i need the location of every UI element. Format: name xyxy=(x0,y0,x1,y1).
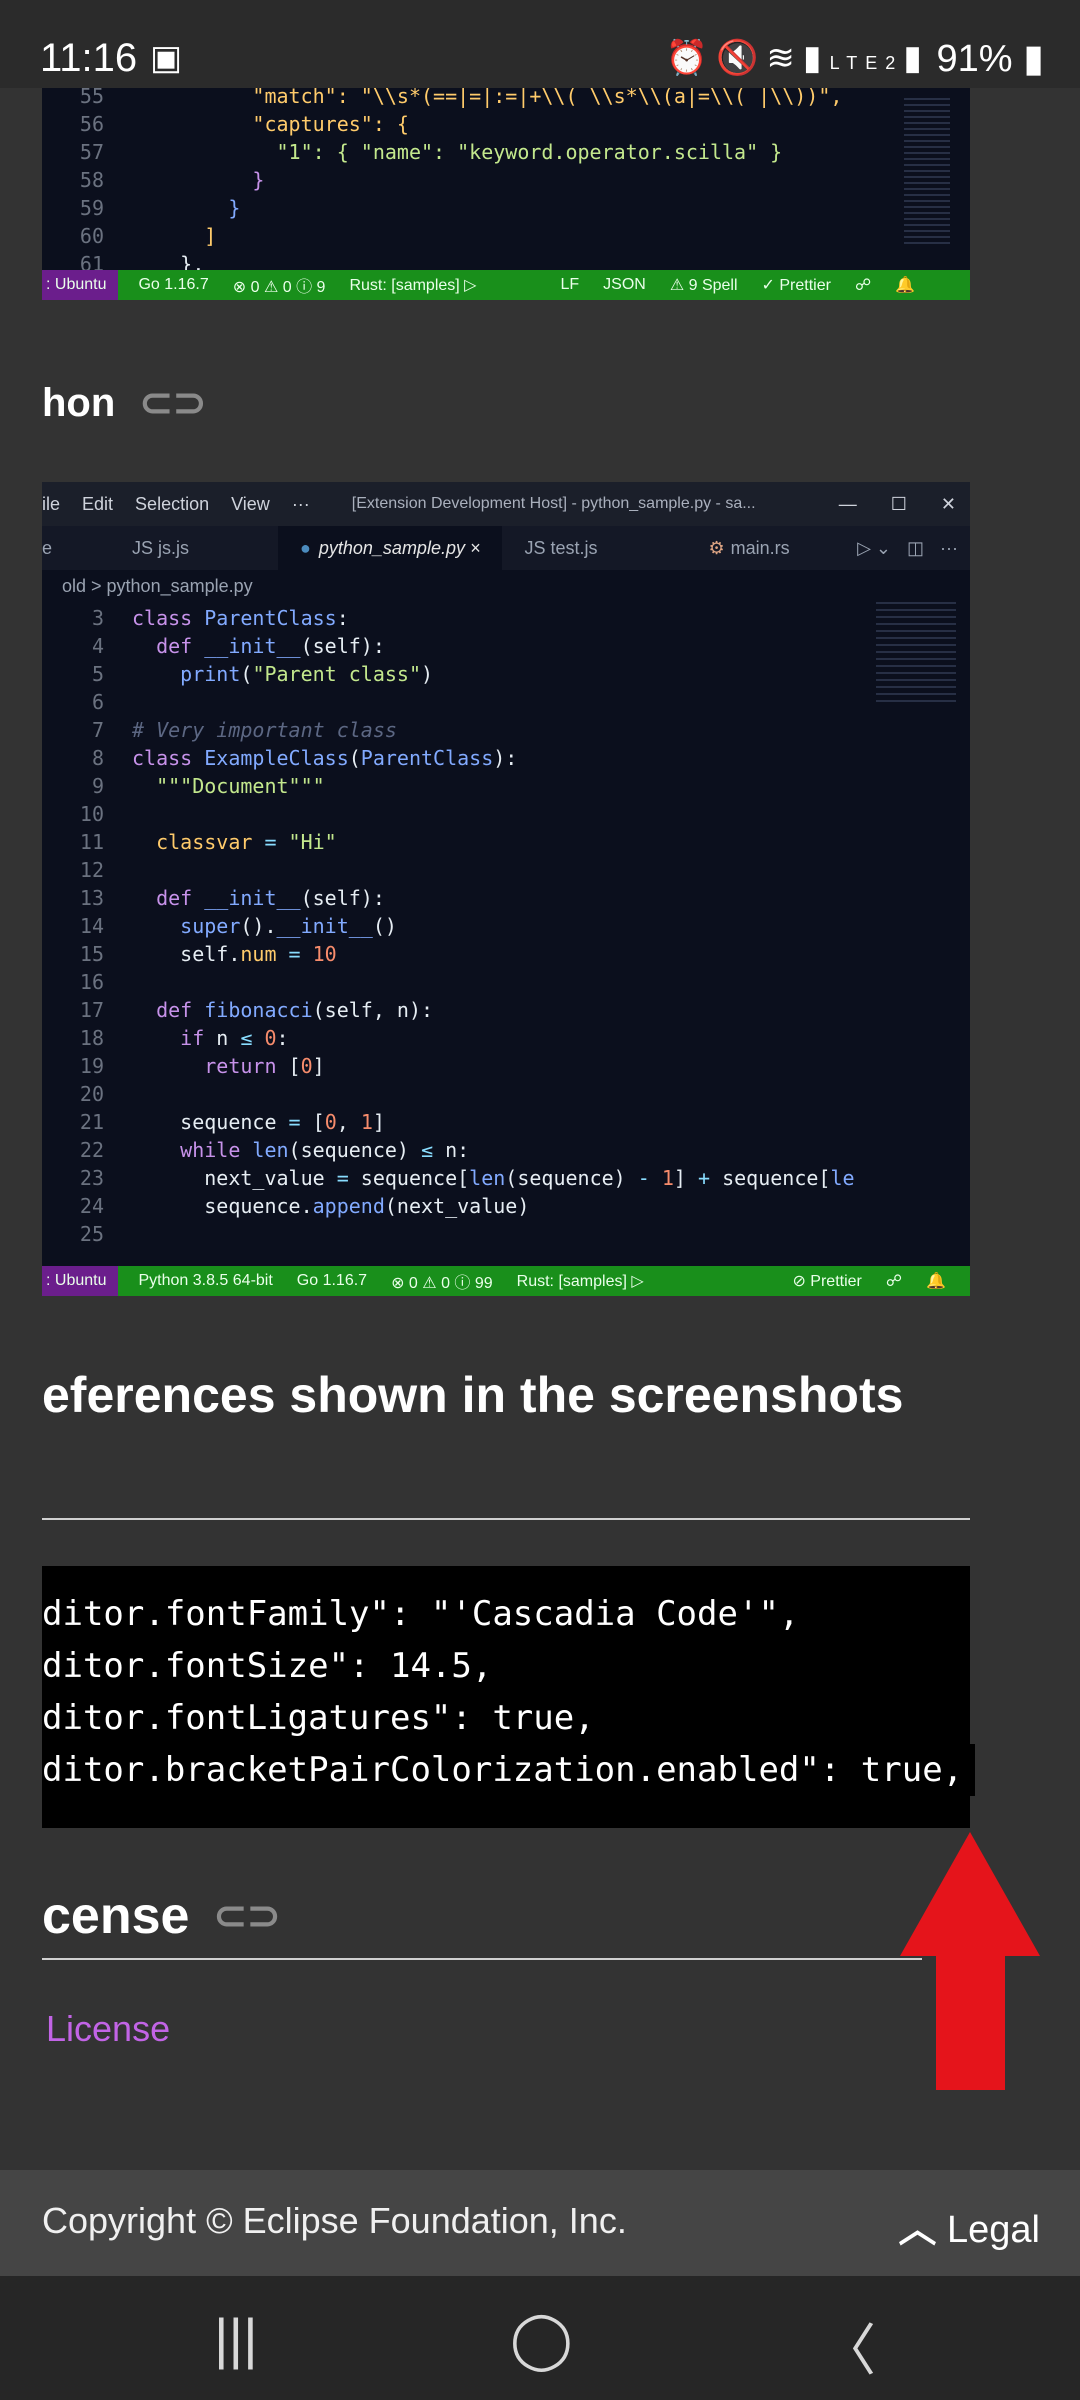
vscode-json-screenshot: 55 "match": "\\s*(==|=|:=|+\\( \\s*\\(a|… xyxy=(42,88,970,300)
status-icons: ⏰🔇≋▮LTE2▮ xyxy=(666,38,930,78)
wifi-icon: ≋ xyxy=(766,39,803,77)
problems-count: ⊗ 0 ⚠ 0 ⓘ 9 xyxy=(232,279,326,296)
menu-item: Selection xyxy=(135,493,210,514)
battery-level: 91% ▮ xyxy=(936,38,1044,80)
vscode-menubar: ile Edit Selection View ··· [Extension D… xyxy=(42,482,970,526)
prettier-status: ⊘ Prettier xyxy=(792,1273,862,1290)
page-footer: Copyright © Eclipse Foundation, Inc. ︿ L… xyxy=(0,2170,1080,2276)
rust-status: Rust: [samples] ▷ xyxy=(349,277,477,294)
status-bar: 11:16 ▣ ⏰🔇≋▮LTE2▮ 91% ▮ xyxy=(0,0,1080,88)
settings-code-block: ditor.fontFamily": "'Cascadia Code'", di… xyxy=(42,1566,976,1828)
vscode-status-bar: : Ubuntu Go 1.16.7 ⊗ 0 ⚠ 0 ⓘ 9 Rust: [sa… xyxy=(42,270,970,300)
heading-text: hon xyxy=(42,380,116,425)
go-version: Go 1.16.7 xyxy=(138,276,209,293)
recent-apps-icon[interactable]: ||| xyxy=(214,2306,258,2371)
split-editor-icon: ◫ xyxy=(907,537,925,558)
anchor-link-icon[interactable]: ⊂⊃ xyxy=(139,380,206,426)
menu-item: ··· xyxy=(291,493,310,514)
vscode-python-screenshot: ile Edit Selection View ··· [Extension D… xyxy=(42,482,970,1296)
anchor-link-icon[interactable]: ⊂⊃ xyxy=(213,1893,280,1939)
code-line: 58 } xyxy=(79,168,265,192)
back-icon[interactable]: 〈 xyxy=(820,2306,876,2387)
android-nav-bar: ||| ◯ 〈 xyxy=(0,2276,1080,2400)
code-line: 56 "captures": { xyxy=(79,112,409,136)
divider xyxy=(42,1958,922,1960)
python-version: Python 3.8.5 64-bit xyxy=(138,1272,273,1289)
maximize-icon: ☐ xyxy=(890,493,907,514)
spell-status: ⚠ 9 Spell xyxy=(669,277,738,294)
editor-tab: ⚙ main.rs xyxy=(708,537,790,558)
more-icon: ··· xyxy=(940,537,958,558)
editor-tab: e xyxy=(42,537,53,558)
editor-tab: JS test.js xyxy=(524,537,598,558)
run-icon: ▷ ⌄ xyxy=(857,537,891,558)
code-lines: 55 "match": "\\s*(==|=|:=|+\\( \\s*\\(a|… xyxy=(42,88,843,278)
code-line: 55 "match": "\\s*(==|=|:=|+\\( \\s*\\(a|… xyxy=(79,88,843,108)
heading-text: cense xyxy=(42,1887,190,1945)
code-line: 60 ] xyxy=(79,224,217,248)
vscode-tabbar: e JS js.js ● python_sample.py × JS test.j… xyxy=(42,526,970,570)
divider xyxy=(42,1518,970,1520)
menu-item: View xyxy=(231,493,270,514)
chevron-up-icon: ︿ xyxy=(898,2209,937,2251)
minimize-icon: — xyxy=(838,493,857,514)
footer-copyright: Copyright © Eclipse Foundation, Inc. xyxy=(42,2200,627,2241)
settings-line: ditor.bracketPairColorization.enabled": … xyxy=(42,1744,976,1796)
legal-label: Legal xyxy=(947,2209,1040,2251)
breadcrumb: old > python_sample.py xyxy=(62,575,253,596)
go-version: Go 1.16.7 xyxy=(296,1272,368,1289)
alarm-icon: ⏰ xyxy=(665,39,717,77)
eol-indicator: LF xyxy=(560,276,580,293)
settings-line: ditor.fontLigatures": true, xyxy=(42,1698,595,1738)
code-line: 59 } xyxy=(79,196,241,220)
legal-toggle-button[interactable]: ︿ Legal xyxy=(898,2198,1040,2253)
menu-item: Edit xyxy=(82,493,114,514)
window-title: [Extension Development Host] - python_sa… xyxy=(351,495,756,512)
code-line: 57 "1": { "name": "keyword.operator.scil… xyxy=(79,140,783,164)
screen-cast-icon: ▣ xyxy=(150,39,183,77)
feedback-icon: ☍ xyxy=(885,1273,903,1290)
battery-icon: ▮ xyxy=(1023,38,1044,80)
prettier-status: ✓ Prettier xyxy=(761,277,831,294)
signal-icon: ▮ xyxy=(903,39,930,77)
red-arrow-annotation xyxy=(900,1832,1040,2090)
menu-item: ile xyxy=(42,493,61,514)
settings-line: ditor.fontSize": 14.5, xyxy=(42,1646,493,1686)
rust-status: Rust: [samples] ▷ xyxy=(516,1273,644,1290)
license-link[interactable]: License xyxy=(46,2008,170,2050)
mute-icon: 🔇 xyxy=(716,39,767,77)
section-heading-preferences: eferences shown in the screenshots xyxy=(42,1367,904,1423)
minimap xyxy=(904,98,950,248)
volte-icon: LTE2 xyxy=(829,53,904,73)
feedback-icon: ☍ xyxy=(854,277,872,294)
problems-count: ⊗ 0 ⚠ 0 ⓘ 99 xyxy=(391,1275,493,1292)
close-icon: ✕ xyxy=(940,493,956,514)
status-time: 11:16 xyxy=(40,36,138,80)
bell-icon: 🔔 xyxy=(926,1273,946,1290)
signal-icon: ▮ xyxy=(802,39,830,77)
minimap xyxy=(876,602,956,702)
settings-line: ditor.fontFamily": "'Cascadia Code'", xyxy=(42,1594,800,1634)
editor-tab: JS js.js xyxy=(132,537,190,558)
bell-icon: 🔔 xyxy=(895,277,916,294)
vscode-status-bar: : Ubuntu Python 3.8.5 64-bit Go 1.16.7 ⊗… xyxy=(42,1266,970,1296)
python-icon: ● xyxy=(300,537,311,558)
rust-icon: ⚙ xyxy=(708,537,725,558)
section-heading-python: hon ⊂⊃ xyxy=(42,380,206,426)
home-icon[interactable]: ◯ xyxy=(510,2306,573,2372)
remote-indicator: : Ubuntu xyxy=(42,1266,119,1296)
remote-indicator: : Ubuntu xyxy=(42,270,119,300)
code-lines: 3 class ParentClass: 4 def __init__(self)… xyxy=(79,606,855,1246)
section-heading-license: cense ⊂⊃ xyxy=(42,1886,280,1946)
language-mode: JSON xyxy=(603,276,646,293)
editor-tab-active: ● python_sample.py × xyxy=(278,526,503,570)
